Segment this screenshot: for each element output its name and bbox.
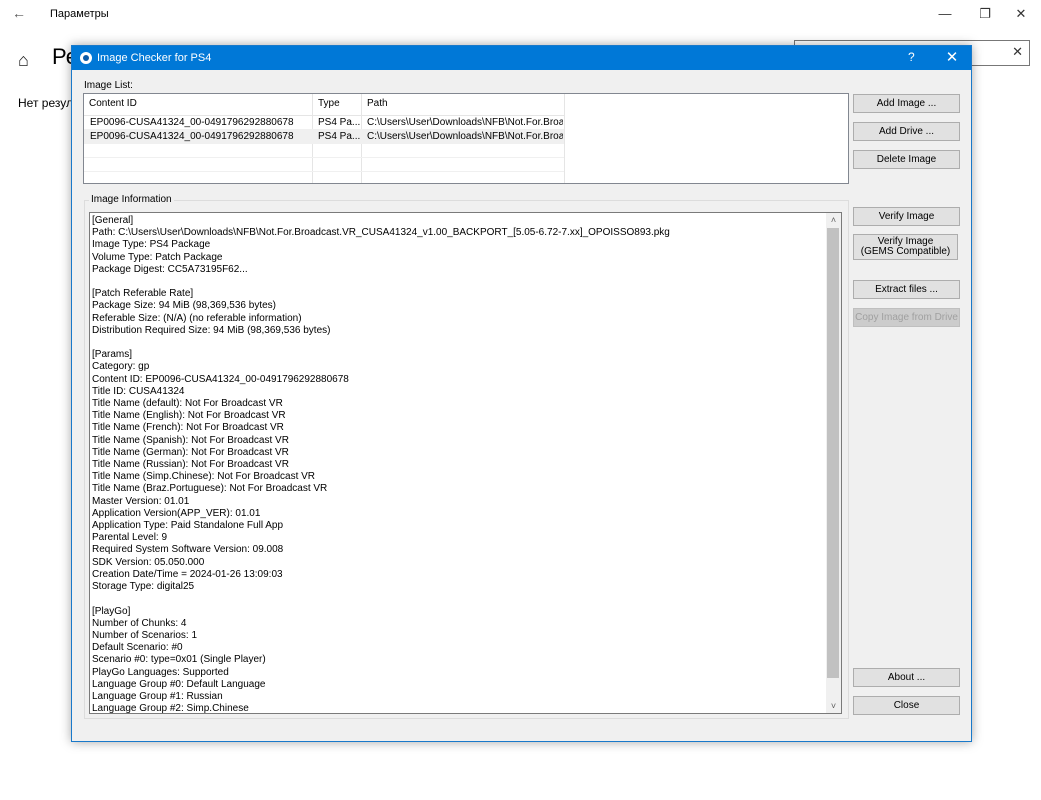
empty-row [84,158,564,172]
about-button[interactable]: About ... [853,668,960,687]
empty-row [84,144,564,158]
image-info-text: [General] Path: C:\Users\User\Downloads\… [92,215,670,714]
restore-icon[interactable]: ❐ [972,4,998,24]
column-header-content-id[interactable]: Content ID [89,98,137,109]
row-path: C:\Users\User\Downloads\NFB\Not.For.Broa… [367,117,563,128]
scroll-up-icon[interactable]: ˄ [826,213,841,227]
extract-files-button[interactable]: Extract files ... [853,280,960,299]
image-info-textbox[interactable]: [General] Path: C:\Users\User\Downloads\… [89,212,842,714]
row-type: PS4 Pa... [318,117,361,128]
empty-row [84,172,564,183]
column-header-path[interactable]: Path [367,98,388,109]
image-checker-dialog: Image Checker for PS4 ? ✕ Image List: Co… [71,45,972,742]
home-icon[interactable]: ⌂ [18,50,29,71]
row-type: PS4 Pa... [318,131,361,142]
row-content-id: EP0096-CUSA41324_00-0491796292880678 [90,131,294,142]
settings-titlebar: ← Параметры — ❐ ✕ [0,0,1041,28]
delete-image-button[interactable]: Delete Image [853,150,960,169]
close-button[interactable]: Close [853,696,960,715]
image-info-label: Image Information [89,194,174,205]
add-drive-button[interactable]: Add Drive ... [853,122,960,141]
dialog-close-icon[interactable]: ✕ [940,48,964,66]
image-list[interactable]: Content ID Type Path EP0096-CUSA41324_00… [83,93,849,184]
dialog-titlebar: Image Checker for PS4 ? ✕ [72,46,971,70]
row-path: C:\Users\User\Downloads\NFB\Not.For.Broa… [367,131,563,142]
search-clear-icon[interactable]: ✕ [1012,44,1023,60]
image-list-label: Image List: [84,80,133,91]
dialog-title: Image Checker for PS4 [97,52,212,64]
verify-image-button[interactable]: Verify Image [853,207,960,226]
column-header-type[interactable]: Type [318,98,340,109]
back-arrow-icon[interactable]: ← [12,5,26,21]
list-header: Content ID Type Path [84,94,564,116]
list-row[interactable]: EP0096-CUSA41324_00-0491796292880678 PS4… [84,130,564,144]
settings-window-title: Параметры [50,8,109,20]
scroll-thumb[interactable] [827,228,839,678]
app-icon [80,52,92,64]
row-content-id: EP0096-CUSA41324_00-0491796292880678 [90,117,294,128]
add-image-button[interactable]: Add Image ... [853,94,960,113]
verify-gems-label-line2: (GEMS Compatible) [860,246,951,257]
info-scrollbar[interactable]: ˄ ˅ [826,213,841,713]
verify-image-gems-button[interactable]: Verify Image (GEMS Compatible) [853,234,958,260]
minimize-icon[interactable]: — [932,4,958,24]
scroll-down-icon[interactable]: ˅ [826,699,841,713]
list-row[interactable]: EP0096-CUSA41324_00-0491796292880678 PS4… [84,116,564,130]
help-icon[interactable]: ? [908,50,915,64]
copy-image-from-drive-button[interactable]: Copy Image from Drive [853,308,960,327]
window-close-icon[interactable]: ✕ [1008,4,1034,24]
